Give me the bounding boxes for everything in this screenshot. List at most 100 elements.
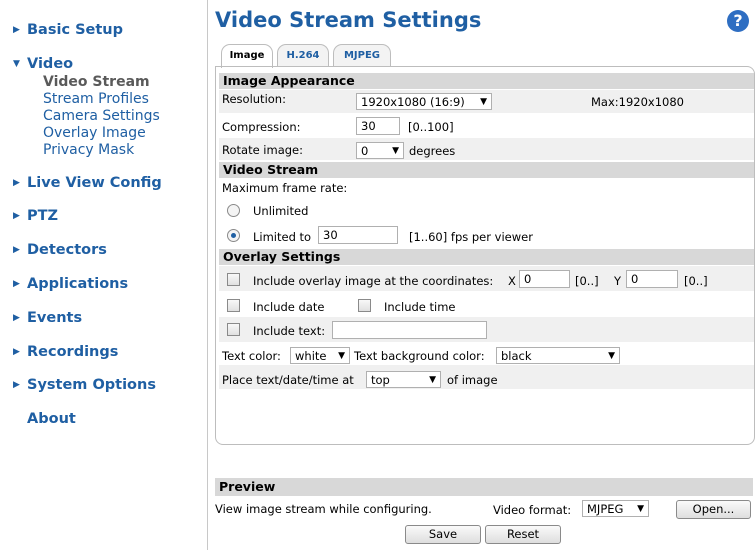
caret-right-icon: ▶: [13, 313, 20, 323]
preview-description: View image stream while configuring.: [215, 502, 432, 516]
nav-privacy-mask[interactable]: Privacy Mask: [43, 142, 134, 159]
caret-down-icon: ▼: [13, 59, 20, 69]
caret-right-icon: ▶: [13, 245, 20, 255]
section-overlay-settings: Overlay Settings: [219, 249, 754, 265]
main-content: Video Stream Settings ? Image H.264 MJPE…: [215, 0, 756, 550]
dropdown-arrow-icon: ▼: [637, 504, 644, 514]
place-select[interactable]: top ▼: [366, 371, 441, 388]
resolution-select[interactable]: 1920x1080 (16:9) ▼: [356, 93, 492, 110]
nav-events-label: Events: [27, 310, 83, 326]
tab-h264[interactable]: H.264: [277, 44, 329, 67]
nav-camera-settings[interactable]: Camera Settings: [43, 108, 160, 125]
text-bg-label: Text background color:: [354, 349, 485, 363]
caret-right-icon: ▶: [13, 347, 20, 357]
place-suffix: of image: [447, 373, 498, 387]
nav-ptz[interactable]: ▶ PTZ: [13, 208, 58, 224]
text-bg-value: black: [501, 349, 532, 363]
save-button[interactable]: Save: [405, 525, 481, 544]
dropdown-arrow-icon: ▼: [392, 146, 399, 156]
dropdown-arrow-icon: ▼: [480, 97, 487, 107]
caret-right-icon: ▶: [13, 178, 20, 188]
include-time-label: Include time: [384, 300, 456, 314]
nav-video-stream[interactable]: Video Stream: [43, 74, 150, 91]
max-frame-rate-label: Maximum frame rate:: [222, 181, 348, 195]
nav-video[interactable]: ▼ Video: [13, 56, 73, 72]
nav-about[interactable]: About: [13, 411, 76, 427]
text-color-label: Text color:: [222, 349, 281, 363]
limited-label: Limited to: [253, 230, 312, 244]
include-text-label: Include text:: [253, 324, 326, 338]
caret-right-icon: ▶: [13, 279, 20, 289]
include-time-checkbox[interactable]: [358, 299, 371, 312]
place-label: Place text/date/time at: [222, 373, 354, 387]
sidebar-nav: ▶ Basic Setup ▼ Video Video Stream Stream …: [0, 0, 208, 550]
help-icon[interactable]: ?: [727, 10, 749, 32]
text-color-select[interactable]: white ▼: [290, 347, 350, 364]
text-color-value: white: [295, 349, 327, 363]
page-title: Video Stream Settings: [215, 8, 482, 32]
nav-live-view-config-label: Live View Config: [27, 175, 162, 191]
tab-image[interactable]: Image: [221, 44, 273, 68]
nav-events[interactable]: ▶ Events: [13, 310, 82, 326]
nav-stream-profiles[interactable]: Stream Profiles: [43, 91, 149, 108]
nav-recordings[interactable]: ▶ Recordings: [13, 344, 118, 360]
resolution-value: 1920x1080 (16:9): [361, 95, 465, 109]
tab-mjpeg[interactable]: MJPEG: [333, 44, 391, 67]
section-video-stream: Video Stream: [219, 162, 754, 178]
nav-about-label: About: [27, 411, 76, 427]
x-label: X: [508, 274, 516, 288]
y-range: [0..]: [684, 274, 708, 288]
include-date-checkbox[interactable]: [227, 299, 240, 312]
rotate-value: 0: [361, 144, 369, 158]
reset-button[interactable]: Reset: [485, 525, 561, 544]
open-button[interactable]: Open...: [676, 500, 751, 519]
compression-input[interactable]: 30: [356, 117, 400, 135]
compression-range: [0..100]: [408, 120, 454, 134]
nav-applications[interactable]: ▶ Applications: [13, 276, 128, 292]
frame-rate-input[interactable]: 30: [318, 226, 398, 244]
section-image-appearance: Image Appearance: [219, 73, 754, 89]
rotate-unit: degrees: [409, 144, 456, 158]
unlimited-label: Unlimited: [253, 204, 309, 218]
nav-live-view-config[interactable]: ▶ Live View Config: [13, 175, 162, 191]
video-format-select[interactable]: MJPEG ▼: [582, 500, 649, 517]
nav-recordings-label: Recordings: [27, 344, 119, 360]
include-text-checkbox[interactable]: [227, 323, 240, 336]
overlay-x-input[interactable]: 0: [519, 270, 570, 288]
include-overlay-checkbox[interactable]: [227, 273, 240, 286]
place-value: top: [371, 373, 390, 387]
unlimited-radio[interactable]: [227, 204, 240, 217]
section-preview: Preview: [215, 478, 753, 496]
max-resolution-text: Max:1920x1080: [591, 95, 684, 109]
caret-right-icon: ▶: [13, 25, 20, 35]
limited-radio[interactable]: [227, 229, 240, 242]
compression-label: Compression:: [222, 120, 301, 134]
nav-applications-label: Applications: [27, 276, 129, 292]
nav-ptz-label: PTZ: [27, 208, 59, 224]
include-overlay-label: Include overlay image at the coordinates…: [253, 274, 494, 288]
video-format-label: Video format:: [493, 503, 572, 517]
nav-video-label: Video: [27, 56, 74, 72]
x-range: [0..]: [575, 274, 599, 288]
frame-rate-range: [1..60] fps per viewer: [409, 230, 533, 244]
overlay-text-input[interactable]: [332, 321, 487, 339]
nav-system-options[interactable]: ▶ System Options: [13, 377, 156, 393]
resolution-label: Resolution:: [222, 92, 286, 106]
nav-detectors-label: Detectors: [27, 242, 107, 258]
y-label: Y: [614, 274, 622, 288]
nav-detectors[interactable]: ▶ Detectors: [13, 242, 107, 258]
dropdown-arrow-icon: ▼: [338, 351, 345, 361]
dropdown-arrow-icon: ▼: [608, 351, 615, 361]
rotate-select[interactable]: 0 ▼: [356, 142, 404, 159]
include-date-label: Include date: [253, 300, 325, 314]
nav-system-options-label: System Options: [27, 377, 156, 393]
overlay-y-input[interactable]: 0: [626, 270, 678, 288]
video-format-value: MJPEG: [587, 502, 624, 516]
nav-basic-setup[interactable]: ▶ Basic Setup: [13, 22, 123, 38]
caret-right-icon: ▶: [13, 380, 20, 390]
rotate-label: Rotate image:: [222, 143, 303, 157]
nav-overlay-image[interactable]: Overlay Image: [43, 125, 146, 142]
text-bg-select[interactable]: black ▼: [496, 347, 620, 364]
caret-right-icon: ▶: [13, 211, 20, 221]
dropdown-arrow-icon: ▼: [429, 375, 436, 385]
